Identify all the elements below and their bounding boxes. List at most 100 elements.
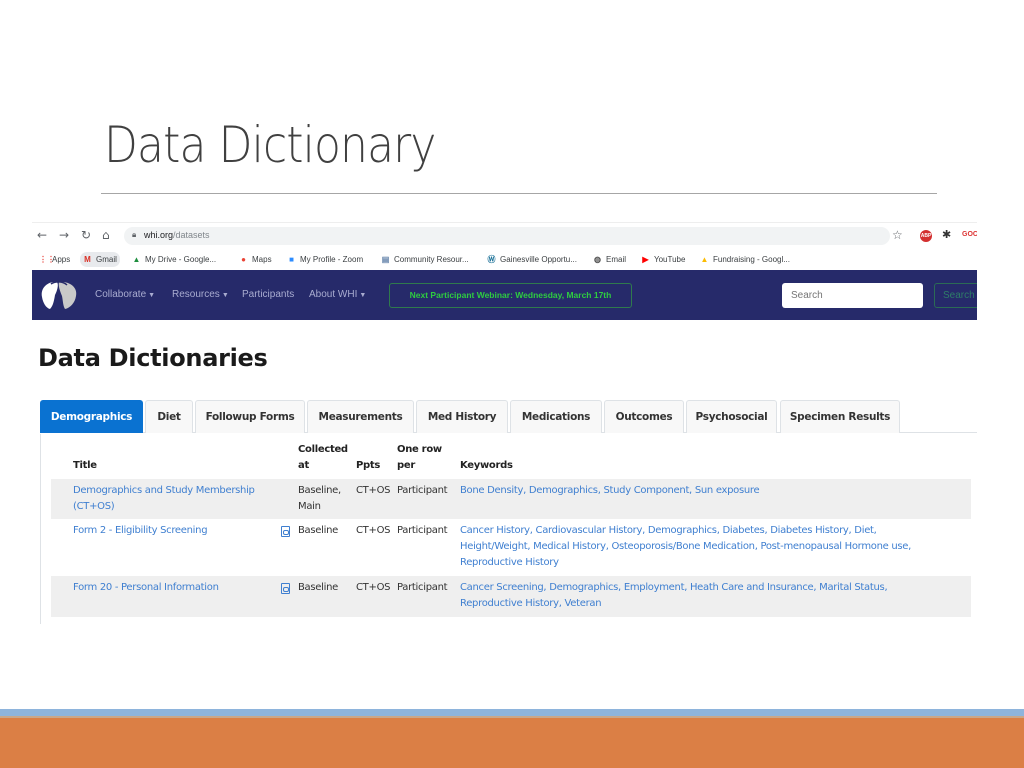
goc-extension-icon[interactable]: GOC: [962, 231, 977, 238]
browser-toolbar: ← → ↻ ⌂ 🔒︎ whi.org/datasets ☆ ABP ✱ GOC: [32, 222, 977, 248]
bookmark-label: YouTube: [654, 255, 686, 264]
address-bar[interactable]: 🔒︎ whi.org/datasets: [124, 227, 890, 245]
row-collected-at: Baseline: [298, 525, 338, 536]
row-title-link[interactable]: Demographics and Study Membership (CT+OS): [73, 483, 255, 515]
url-host: whi.org: [144, 230, 174, 240]
home-icon[interactable]: ⌂: [102, 228, 110, 242]
keywords-line: Reproductive History: [460, 557, 559, 568]
nav-collaborate[interactable]: Collaborate ▼: [95, 289, 155, 300]
tab-followup-forms[interactable]: Followup Forms: [195, 400, 305, 433]
extensions-puzzle-icon[interactable]: ✱: [942, 228, 951, 241]
tab-diet[interactable]: Diet: [145, 400, 193, 433]
row-per: Participant: [397, 485, 448, 496]
tab-specimen-results[interactable]: Specimen Results: [780, 400, 900, 433]
table-row: Demographics and Study Membership (CT+OS)…: [51, 479, 971, 519]
tab-medications[interactable]: Medications: [510, 400, 602, 433]
bookmark-label: Fundraising - Googl...: [713, 255, 790, 264]
tab-outcomes[interactable]: Outcomes: [604, 400, 684, 433]
tab-psychosocial[interactable]: Psychosocial: [686, 400, 777, 433]
bookmark-label: Email: [606, 255, 627, 264]
website-screenshot: ← → ↻ ⌂ 🔒︎ whi.org/datasets ☆ ABP ✱ GOC …: [32, 222, 977, 624]
url-text: whi.org/datasets: [144, 230, 210, 240]
webinar-announcement[interactable]: Next Participant Webinar: Wednesday, Mar…: [389, 283, 632, 308]
bookmark-gainesville[interactable]: Ⓦ Gainesville Opportu...: [484, 252, 580, 267]
forward-icon[interactable]: →: [59, 228, 69, 242]
header-line: Collected: [298, 444, 348, 455]
google-drive-icon: ▲: [132, 255, 141, 264]
tab-demographics[interactable]: Demographics: [40, 400, 143, 433]
row-collected-at: Baseline: [298, 582, 338, 593]
back-icon[interactable]: ←: [37, 228, 47, 242]
slide-title: Data Dictionary: [104, 116, 436, 174]
wordpress-icon: Ⓦ: [487, 255, 496, 264]
bookmark-label: Gainesville Opportu...: [500, 255, 577, 264]
row-per: Participant: [397, 582, 448, 593]
header-keywords: Keywords: [460, 460, 513, 471]
nav-label: Participants: [242, 289, 295, 300]
header-ppts: Ppts: [356, 460, 381, 471]
title-divider: [101, 193, 937, 194]
title-line: Demographics and Study Membership: [73, 485, 255, 496]
adblock-extension-icon[interactable]: ABP: [920, 230, 932, 242]
nav-participants[interactable]: Participants: [242, 289, 294, 300]
bookmark-label: Community Resour...: [394, 255, 469, 264]
collected-line: Main: [298, 501, 321, 512]
site-navbar: Collaborate ▼ Resources ▼ Participants Abo…: [32, 270, 977, 320]
bookmark-community-resources[interactable]: ▤ Community Resour...: [378, 252, 472, 267]
site-search-input[interactable]: [782, 283, 923, 308]
header-title: Title: [73, 460, 97, 471]
row-title-link[interactable]: Form 20 - Personal Information: [73, 580, 219, 596]
bookmark-label: My Profile - Zoom: [300, 255, 364, 264]
caret-down-icon: ▼: [148, 292, 156, 299]
bookmark-fundraising[interactable]: ▲ Fundraising - Googl...: [697, 252, 793, 267]
whi-logo[interactable]: [37, 279, 81, 311]
pdf-icon[interactable]: [281, 526, 290, 537]
reload-icon[interactable]: ↻: [81, 228, 91, 242]
zoom-icon: ■: [289, 255, 294, 264]
keywords-line: Bone Density, Demographics, Study Compon…: [460, 485, 760, 496]
bookmark-email[interactable]: ◍ Email: [590, 252, 629, 267]
bookmark-apps[interactable]: ⋮⋮ Apps: [36, 252, 73, 267]
nav-label: Collaborate: [95, 289, 147, 300]
footer-band-orange: [0, 718, 1024, 768]
caret-down-icon: ▼: [221, 292, 229, 299]
bookmark-my-drive[interactable]: ▲ My Drive - Google...: [129, 252, 219, 267]
tab-panel-border: [40, 434, 41, 624]
keywords-line: Cancer Screening, Demographics, Employme…: [460, 582, 888, 593]
bookmark-zoom[interactable]: ■ My Profile - Zoom: [284, 252, 366, 267]
tab-med-history[interactable]: Med History: [416, 400, 508, 433]
row-title-link[interactable]: Form 2 - Eligibility Screening: [73, 523, 208, 539]
pdf-icon[interactable]: [281, 583, 290, 594]
row-ppts: CT+OS: [356, 525, 391, 536]
nav-label: About WHI: [309, 289, 358, 300]
document-icon: ▤: [381, 255, 390, 264]
bookmark-youtube[interactable]: ▶ YouTube: [638, 252, 688, 267]
bookmark-label: My Drive - Google...: [145, 255, 217, 264]
maps-pin-icon: ●: [241, 255, 246, 264]
bookmark-maps[interactable]: ● Maps: [236, 252, 275, 267]
row-per: Participant: [397, 525, 448, 536]
globe-icon: ◍: [594, 255, 601, 264]
row-keywords[interactable]: Cancer History, Cardiovascular History, …: [460, 523, 911, 571]
lock-icon: 🔒︎: [132, 230, 137, 239]
bookmark-star-icon[interactable]: ☆: [892, 228, 903, 242]
row-keywords[interactable]: Cancer Screening, Demographics, Employme…: [460, 580, 888, 612]
apps-grid-icon: ⋮⋮: [39, 255, 55, 264]
category-tabs: Demographics Diet Followup Forms Measure…: [40, 400, 977, 433]
bookmarks-bar: ⋮⋮ Apps M Gmail ▲ My Drive - Google... ● Map…: [32, 248, 977, 270]
nav-resources[interactable]: Resources ▼: [172, 289, 229, 300]
gmail-icon: M: [84, 255, 91, 264]
tab-measurements[interactable]: Measurements: [307, 400, 414, 433]
site-search-button[interactable]: Search: [934, 283, 977, 308]
bookmark-label: Gmail: [96, 255, 117, 264]
bookmark-gmail[interactable]: M Gmail: [80, 252, 120, 267]
row-keywords[interactable]: Bone Density, Demographics, Study Compon…: [460, 483, 760, 499]
caret-down-icon: ▼: [359, 292, 367, 299]
keywords-line: Reproductive History, Veteran: [460, 598, 602, 609]
nav-about-whi[interactable]: About WHI ▼: [309, 289, 366, 300]
nav-label: Resources: [172, 289, 220, 300]
footer-band-blue: [0, 709, 1024, 716]
header-collected-at: Collected at: [298, 442, 348, 474]
header-line: One row: [397, 444, 442, 455]
keywords-line: Cancer History, Cardiovascular History, …: [460, 525, 877, 536]
